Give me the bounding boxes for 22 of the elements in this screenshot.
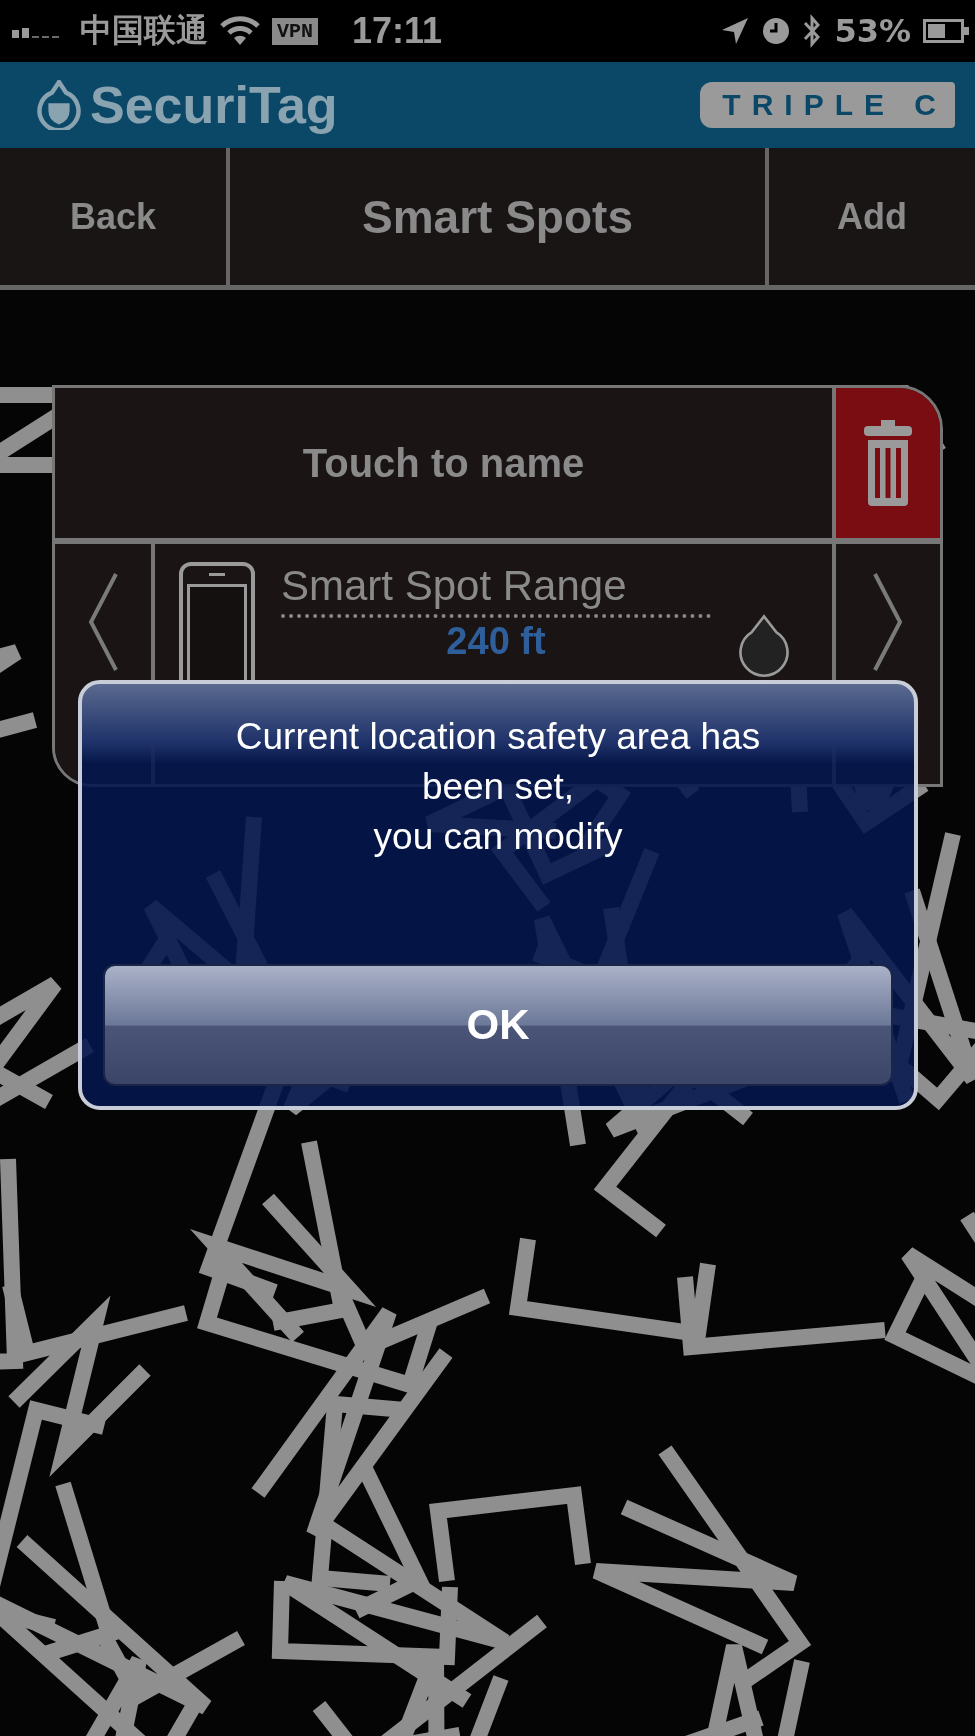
app-name: SecuriTag: [90, 75, 338, 135]
status-time: 17:11: [352, 10, 443, 52]
shield-drop-icon: [36, 80, 82, 130]
brand-badge: TRIPLE C: [700, 82, 955, 128]
screen-title: Smart Spots: [361, 189, 634, 245]
carrier-name: 中国联通: [80, 10, 208, 51]
range-label: Smart Spot Range: [281, 562, 628, 610]
wifi-icon: [220, 16, 260, 46]
clock-icon: [762, 17, 791, 45]
battery-percent: 53%: [834, 12, 911, 50]
alert-message: Current location safety area has been set, you can modify: [235, 715, 761, 859]
chevron-left-icon: [88, 572, 118, 672]
trash-icon: [863, 418, 913, 508]
bluetooth-icon: [802, 13, 823, 49]
location-arrow-icon: [720, 16, 751, 46]
chevron-right-icon: [873, 572, 903, 672]
vpn-badge: VPN: [272, 17, 318, 45]
battery-icon: [923, 19, 969, 43]
range-value: 240 ft: [446, 620, 546, 662]
ok-button[interactable]: OK: [103, 964, 893, 1086]
delete-button[interactable]: [832, 388, 940, 538]
drop-knob-icon[interactable]: [737, 614, 791, 678]
